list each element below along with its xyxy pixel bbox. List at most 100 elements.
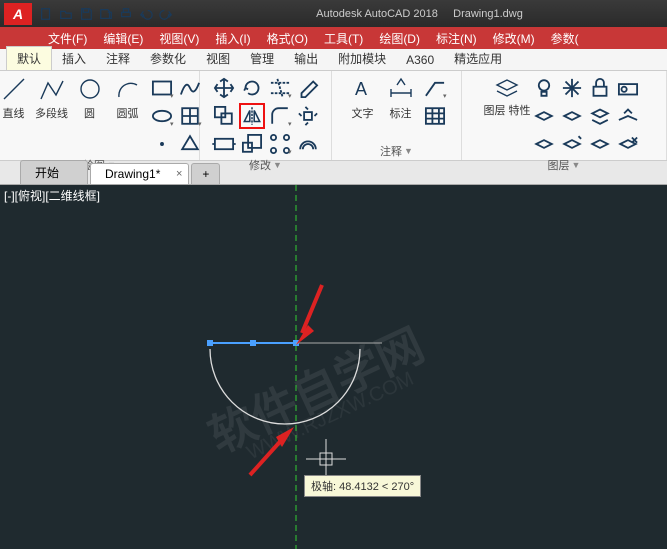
menu-format[interactable]: 格式(O) [259,28,316,49]
arrow-top [296,285,322,345]
panel-modify: ▾ ▾ ▾ 修改▼ [200,71,332,160]
svg-text:A: A [355,79,367,99]
ribbon-tabs: 默认 插入 注释 参数化 视图 管理 输出 附加模块 A360 精选应用 [0,49,667,71]
doc-name: Drawing1.dwg [453,8,523,20]
layprev-icon[interactable] [587,131,613,157]
panel-layer: 图层 特性 图层▼ [462,71,667,160]
menu-draw[interactable]: 绘图(D) [371,28,428,49]
laycur-icon[interactable] [559,131,585,157]
stretch-icon[interactable] [211,131,237,157]
title-bar: A Autodesk AutoCAD 2018 Drawing1.dwg [0,0,667,27]
app-logo: A [4,3,32,25]
polar-tooltip: 极轴: 48.4132 < 270° [304,475,421,497]
menu-tools[interactable]: 工具(T) [316,28,371,49]
arc-icon [114,75,142,103]
redo-icon[interactable] [157,5,175,23]
mirror-icon[interactable] [239,103,265,129]
hatch-icon[interactable]: ▾ [177,103,203,129]
point-icon[interactable] [149,131,175,157]
circle-label: 圆 [84,105,95,121]
line-icon [0,75,28,103]
ribbon: 直线 多段线 圆 圆弧 ▾ ▾ ▾ 绘图▼ [0,71,667,161]
laywalk-icon[interactable] [531,131,557,157]
draw-small: ▾ ▾ ▾ [149,75,203,157]
panel-modify-label[interactable]: 修改▼ [249,157,282,173]
saveas-icon[interactable] [97,5,115,23]
text-button[interactable]: A 文字 [346,75,380,121]
tab-default[interactable]: 默认 [6,46,52,70]
tab-a360[interactable]: A360 [396,50,444,70]
polyline-label: 多段线 [35,105,68,121]
move-icon[interactable] [211,75,237,101]
tab-manage[interactable]: 管理 [240,47,284,70]
new-icon[interactable] [37,5,55,23]
panel-draw: 直线 多段线 圆 圆弧 ▾ ▾ ▾ 绘图▼ [0,71,200,160]
menu-view[interactable]: 视图(V) [151,28,207,49]
tab-parametric[interactable]: 参数化 [140,47,196,70]
freeze-icon[interactable] [559,75,585,101]
layiso-icon[interactable] [587,103,613,129]
table-icon[interactable] [422,103,448,129]
explode-icon[interactable] [295,103,321,129]
doctab-new[interactable]: + [191,163,220,184]
arc-button[interactable]: 圆弧 [111,75,145,121]
bulb-icon[interactable] [531,75,557,101]
offset-icon[interactable] [295,131,321,157]
rect-icon[interactable]: ▾ [149,75,175,101]
leader-icon[interactable]: ▾ [422,75,448,101]
layerprops-label: 图层 特性 [483,105,530,117]
spline-icon[interactable] [177,75,203,101]
circle-button[interactable]: 圆 [73,75,107,121]
panel-annot-label[interactable]: 注释▼ [380,142,413,160]
app-name: Autodesk AutoCAD 2018 [316,8,438,20]
doctab-drawing1[interactable]: Drawing1*× [90,163,189,184]
crosshair-cursor [306,439,346,479]
modify-grid: ▾ ▾ ▾ [211,75,321,157]
line-label: 直线 [3,105,25,121]
open-icon[interactable] [57,5,75,23]
layer-grid [531,75,641,157]
panel-layer-label[interactable]: 图层▼ [548,157,581,173]
ellipse-icon[interactable]: ▾ [149,103,175,129]
layerprops-button[interactable]: 图层 特性 [487,75,527,117]
menu-modify[interactable]: 修改(M) [485,28,543,49]
tab-annotate[interactable]: 注释 [96,47,140,70]
trim-icon[interactable]: ▾ [267,75,293,101]
line-button[interactable]: 直线 [0,75,31,121]
layer-match-icon[interactable] [615,75,641,101]
doctab-start[interactable]: 开始 [20,160,88,184]
close-icon[interactable]: × [176,168,182,180]
tab-view[interactable]: 视图 [196,47,240,70]
tab-addins[interactable]: 附加模块 [328,47,396,70]
dim-button[interactable]: 标注 [384,75,418,121]
erase-icon[interactable] [295,75,321,101]
print-icon[interactable] [117,5,135,23]
lock-icon[interactable] [587,75,613,101]
drawing-canvas[interactable]: [-][俯视][二维线框] 软件自学网 WWW.RJZXW.COM 极轴: 48… [0,185,667,549]
layon-icon[interactable] [531,103,557,129]
layoff-icon[interactable] [559,103,585,129]
polyline-button[interactable]: 多段线 [35,75,69,121]
dim-label: 标注 [390,105,412,121]
tab-output[interactable]: 输出 [284,47,328,70]
laymerge-icon[interactable] [615,103,641,129]
tab-insert[interactable]: 插入 [52,47,96,70]
region-icon[interactable] [177,131,203,157]
undo-icon[interactable] [137,5,155,23]
laydel-icon[interactable] [615,131,641,157]
save-icon[interactable] [77,5,95,23]
copy-icon[interactable] [211,103,237,129]
menu-param[interactable]: 参数( [543,28,587,49]
arrow-bottom [250,427,294,475]
menu-edit[interactable]: 编辑(E) [95,28,151,49]
rotate-icon[interactable] [239,75,265,101]
arc-label: 圆弧 [117,105,139,121]
scale-icon[interactable] [239,131,265,157]
array-icon[interactable]: ▾ [267,131,293,157]
menu-dim[interactable]: 标注(N) [428,28,485,49]
tab-featured[interactable]: 精选应用 [444,47,512,70]
text-label: 文字 [352,105,374,121]
fillet-icon[interactable]: ▾ [267,103,293,129]
annot-small: ▾ [422,75,448,129]
menu-insert[interactable]: 插入(I) [207,28,258,49]
